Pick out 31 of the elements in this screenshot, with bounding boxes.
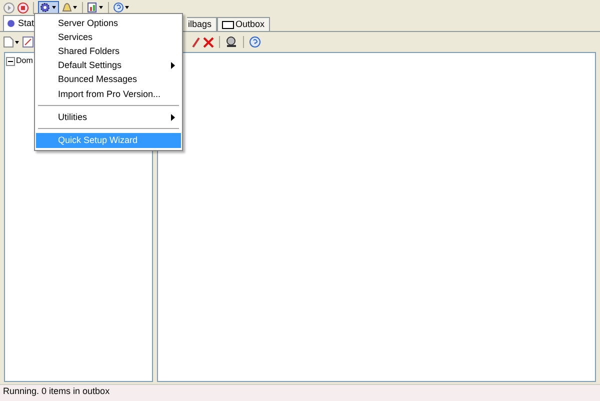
tab[interactable]: ilbags [187, 17, 217, 31]
help-icon [113, 2, 130, 13]
menu-item[interactable]: Services [36, 30, 181, 44]
close-icon [203, 36, 214, 48]
menu-item[interactable]: Default Settings [36, 58, 181, 73]
menu-item[interactable]: Shared Folders [36, 44, 181, 59]
menu-item[interactable]: Server Options [36, 16, 181, 30]
expander-icon[interactable] [6, 56, 15, 66]
play-icon [3, 2, 15, 14]
help-dropdown-button[interactable] [113, 2, 130, 13]
help-icon [249, 36, 261, 48]
help-button[interactable] [249, 36, 261, 48]
tab[interactable]: Outbox [216, 17, 270, 31]
delete-button[interactable] [203, 36, 214, 48]
menu-item[interactable]: Bounced Messages [36, 72, 181, 87]
status-text: Running. 0 items in outbox [0, 384, 600, 401]
menu-item[interactable]: Import from Pro Version... [36, 86, 181, 102]
bell-icon [61, 2, 78, 13]
stop-icon [17, 2, 29, 14]
new-dropdown-button[interactable] [3, 36, 19, 48]
start-button[interactable] [3, 2, 15, 14]
mail-dropdown-button[interactable] [61, 2, 78, 13]
edit-button[interactable] [192, 36, 200, 48]
report-dropdown-button[interactable] [87, 2, 104, 13]
new-document-icon [3, 36, 19, 48]
menu-item[interactable]: Utilities [36, 110, 181, 124]
tree-item[interactable]: Dom [16, 55, 33, 67]
outbox-icon [222, 20, 234, 28]
pencil-icon [192, 36, 200, 48]
edit-button[interactable] [22, 36, 34, 48]
stop-button[interactable] [17, 2, 29, 14]
